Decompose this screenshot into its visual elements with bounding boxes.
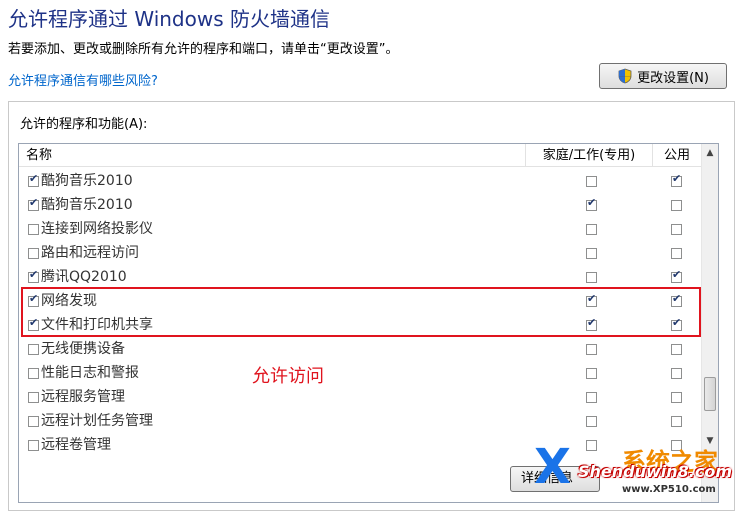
program-enabled-checkbox[interactable]: ✔ <box>28 368 39 379</box>
program-row[interactable]: ✔酷狗音乐2010✔✔ <box>19 193 701 217</box>
public-checkbox[interactable]: ✔ <box>671 317 682 331</box>
program-enabled-checkbox[interactable]: ✔ <box>28 416 39 427</box>
watermark-logo: X 系统之家 Shenduwin8.com www.XP510.com <box>530 440 753 501</box>
program-enabled-checkbox[interactable]: ✔ <box>28 248 39 259</box>
program-row[interactable]: ✔ 网络发现 ✔ ✔ <box>19 289 701 313</box>
program-enabled-checkbox[interactable]: ✔ <box>28 173 39 187</box>
scroll-up-arrow-icon[interactable]: ▲ <box>702 144 718 161</box>
page-title: 允许程序通过 Windows 防火墙通信 <box>8 7 330 31</box>
program-name: 腾讯QQ2010 <box>41 269 127 285</box>
home-work-checkbox[interactable]: ✔ <box>586 224 597 235</box>
home-work-checkbox[interactable]: ✔ <box>586 344 597 355</box>
change-settings-button[interactable]: 更改设置(N) <box>599 63 727 89</box>
programs-group-label: 允许的程序和功能(A): <box>20 117 148 132</box>
home-work-checkbox[interactable]: ✔ <box>586 197 597 211</box>
public-checkbox[interactable]: ✔ <box>671 173 682 187</box>
program-name: 远程服务管理 <box>41 389 125 405</box>
program-row[interactable]: ✔性能日志和警报✔✔ <box>19 361 701 385</box>
risk-help-link[interactable]: 允许程序通信有哪些风险? <box>8 70 158 89</box>
program-row[interactable]: ✔无线便携设备✔✔ <box>19 337 701 361</box>
scroll-thumb[interactable] <box>704 377 716 411</box>
watermark-site: Shenduwin8.com <box>578 462 733 481</box>
column-header-name[interactable]: 名称 <box>19 144 526 167</box>
header-divider <box>19 166 701 167</box>
program-name: 远程计划任务管理 <box>41 413 153 429</box>
program-name: 酷狗音乐2010 <box>41 197 133 213</box>
program-enabled-checkbox[interactable]: ✔ <box>28 224 39 235</box>
annotation-text: 允许访问 <box>252 366 324 387</box>
home-work-checkbox[interactable]: ✔ <box>586 368 597 379</box>
public-checkbox[interactable]: ✔ <box>671 368 682 379</box>
home-work-checkbox[interactable]: ✔ <box>586 293 597 307</box>
program-row[interactable]: ✔远程计划任务管理✔✔ <box>19 409 701 433</box>
public-checkbox[interactable]: ✔ <box>671 416 682 427</box>
home-work-checkbox[interactable]: ✔ <box>586 392 597 403</box>
program-enabled-checkbox[interactable]: ✔ <box>28 344 39 355</box>
program-name: 文件和打印机共享 <box>41 317 153 333</box>
public-checkbox[interactable]: ✔ <box>671 269 682 283</box>
program-enabled-checkbox[interactable]: ✔ <box>28 269 39 283</box>
public-checkbox[interactable]: ✔ <box>671 293 682 307</box>
program-name: 路由和远程访问 <box>41 245 139 261</box>
program-name: 酷狗音乐2010 <box>41 173 133 189</box>
program-enabled-checkbox[interactable]: ✔ <box>28 197 39 211</box>
program-enabled-checkbox[interactable]: ✔ <box>28 440 39 451</box>
program-enabled-checkbox[interactable]: ✔ <box>28 293 39 307</box>
page-subtitle: 若要添加、更改或删除所有允许的程序和端口，请单击“更改设置”。 <box>8 42 399 57</box>
column-header-home-work[interactable]: 家庭/工作(专用) <box>526 144 653 167</box>
watermark-url: www.XP510.com <box>622 484 716 495</box>
program-row[interactable]: ✔腾讯QQ2010✔✔ <box>19 265 701 289</box>
public-checkbox[interactable]: ✔ <box>671 392 682 403</box>
program-name: 远程卷管理 <box>41 437 111 453</box>
program-name: 性能日志和警报 <box>41 365 139 381</box>
public-checkbox[interactable]: ✔ <box>671 248 682 259</box>
home-work-checkbox[interactable]: ✔ <box>586 272 597 283</box>
program-name: 网络发现 <box>41 293 97 309</box>
program-row[interactable]: ✔连接到网络投影仪✔✔ <box>19 217 701 241</box>
program-row[interactable]: ✔酷狗音乐2010✔✔ <box>19 169 701 193</box>
column-header-public[interactable]: 公用 <box>653 144 701 167</box>
uac-shield-icon <box>617 68 633 84</box>
program-enabled-checkbox[interactable]: ✔ <box>28 392 39 403</box>
home-work-checkbox[interactable]: ✔ <box>586 176 597 187</box>
program-row[interactable]: ✔ 文件和打印机共享 ✔ ✔ <box>19 313 701 337</box>
program-row[interactable]: ✔远程服务管理✔✔ <box>19 385 701 409</box>
program-name: 无线便携设备 <box>41 341 125 357</box>
program-row[interactable]: ✔路由和远程访问✔✔ <box>19 241 701 265</box>
home-work-checkbox[interactable]: ✔ <box>586 416 597 427</box>
home-work-checkbox[interactable]: ✔ <box>586 248 597 259</box>
watermark-x: X <box>534 440 572 495</box>
program-enabled-checkbox[interactable]: ✔ <box>28 317 39 331</box>
program-name: 连接到网络投影仪 <box>41 221 153 237</box>
public-checkbox[interactable]: ✔ <box>671 344 682 355</box>
home-work-checkbox[interactable]: ✔ <box>586 317 597 331</box>
public-checkbox[interactable]: ✔ <box>671 224 682 235</box>
public-checkbox[interactable]: ✔ <box>671 200 682 211</box>
change-settings-label: 更改设置(N) <box>637 70 709 86</box>
